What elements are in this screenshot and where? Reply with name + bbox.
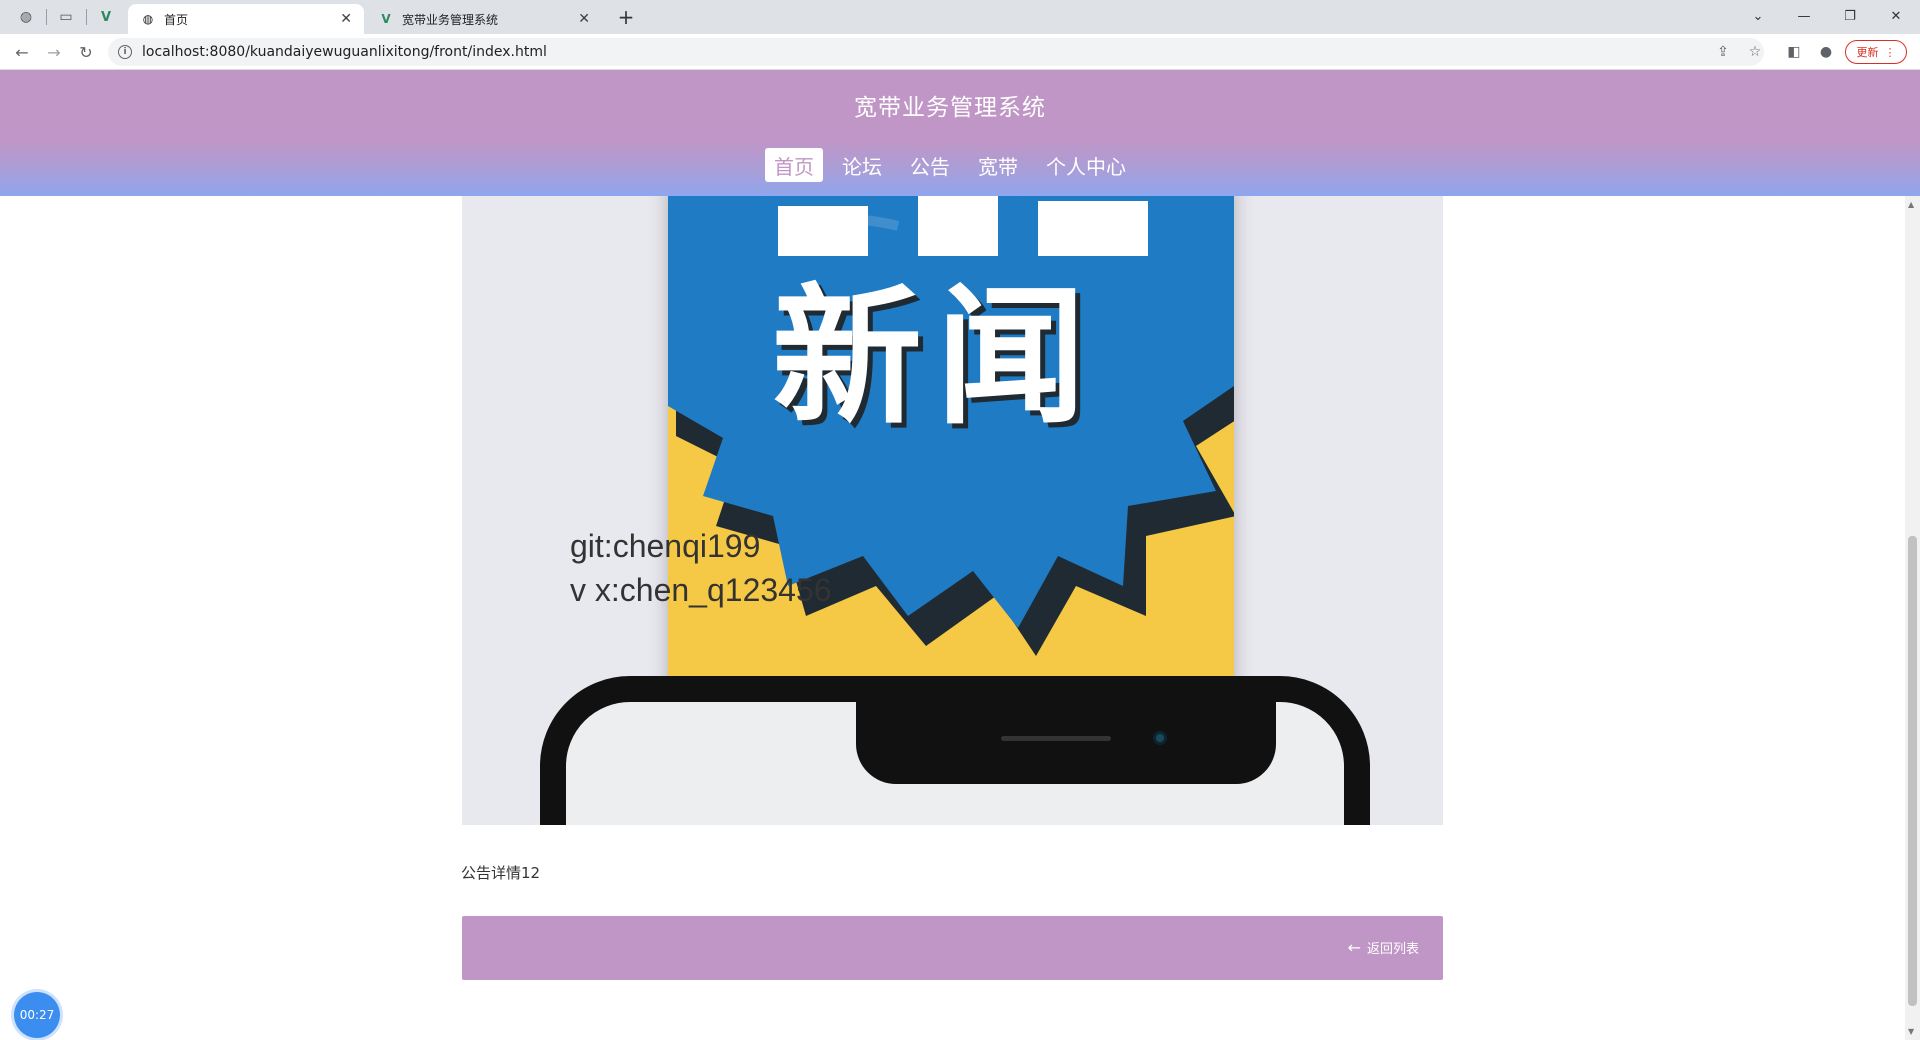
- scroll-down-icon[interactable]: ▼: [1908, 1027, 1914, 1036]
- scroll-up-icon[interactable]: ▲: [1908, 200, 1914, 209]
- globe-icon[interactable]: ◍: [16, 7, 36, 27]
- nav-notice[interactable]: 公告: [901, 148, 959, 182]
- restore-icon[interactable]: ❐: [1830, 4, 1870, 28]
- update-label: 更新: [1856, 46, 1879, 59]
- tab-title: 宽带业务管理系统: [402, 12, 499, 27]
- nav-broadband[interactable]: 宽带: [969, 148, 1027, 182]
- phone-speaker: [1001, 736, 1111, 741]
- update-button[interactable]: 更新 ⋮: [1845, 40, 1907, 64]
- article-detail: 公告详情12: [461, 864, 541, 882]
- reload-icon[interactable]: ↻: [74, 40, 98, 64]
- folder-icon[interactable]: ▭: [56, 7, 76, 27]
- tab-system[interactable]: V 宽带业务管理系统 ✕: [366, 4, 602, 34]
- site-title: 宽带业务管理系统: [854, 95, 1046, 121]
- news-poster: 新闻: [668, 196, 1234, 736]
- more-icon: ⋮: [1884, 45, 1896, 59]
- back-to-list-button[interactable]: ← 返回列表: [1348, 938, 1419, 957]
- nav-forum[interactable]: 论坛: [833, 148, 891, 182]
- tab-home[interactable]: ◍ 首页 ✕: [128, 4, 364, 34]
- phone-graphic: [540, 676, 1370, 825]
- star-icon[interactable]: ☆: [1741, 38, 1769, 66]
- site-header: 宽带业务管理系统 首页 论坛 公告 宽带 个人中心: [0, 70, 1920, 196]
- image-caption-wechat: v x:chen_q123456: [570, 572, 832, 608]
- tab-title: 首页: [164, 12, 189, 27]
- poster-headline: 新闻: [772, 271, 1101, 445]
- back-to-list-label: 返回列表: [1366, 942, 1419, 957]
- main-nav: 首页 论坛 公告 宽带 个人中心: [0, 148, 1900, 182]
- nav-home[interactable]: 首页: [765, 148, 823, 182]
- phone-camera: [1153, 731, 1167, 745]
- nav-personal-center[interactable]: 个人中心: [1037, 148, 1135, 182]
- minimize-icon[interactable]: —: [1784, 4, 1824, 28]
- back-icon[interactable]: ←: [10, 40, 34, 64]
- profile-icon[interactable]: ●: [1812, 38, 1840, 66]
- tab-separator: [86, 9, 87, 25]
- address-bar: ← → ↻ i localhost:8080/kuandaiyewuguanli…: [0, 34, 1920, 70]
- close-window-icon[interactable]: ✕: [1876, 4, 1916, 28]
- globe-icon: ◍: [142, 12, 154, 26]
- article-navigation-bar: ← 返回列表: [462, 916, 1443, 980]
- new-tab-icon[interactable]: +: [616, 5, 636, 29]
- scroll-thumb[interactable]: [1908, 536, 1917, 1006]
- close-icon[interactable]: ✕: [340, 11, 352, 27]
- phone-notch: [856, 692, 1276, 784]
- tab-separator: [46, 9, 47, 25]
- vue-logo-icon: V: [381, 12, 391, 26]
- forward-icon[interactable]: →: [42, 40, 66, 64]
- share-icon[interactable]: ⇪: [1709, 38, 1737, 66]
- article-image: ◎千图网 ◎千图网 新闻 git:chenqi199 v x:chen_q123…: [462, 196, 1443, 825]
- info-icon[interactable]: i: [118, 45, 132, 59]
- url-input[interactable]: i localhost:8080/kuandaiyewuguanlixitong…: [108, 38, 1764, 66]
- browser-tab-bar: ◍ ▭ V ◍ 首页 ✕ V 宽带业务管理系统 ✕ + ⌄ — ❐ ✕: [0, 0, 1920, 34]
- close-icon[interactable]: ✕: [578, 11, 590, 27]
- url-text: localhost:8080/kuandaiyewuguanlixitong/f…: [142, 44, 547, 60]
- tab-search-icon[interactable]: ⌄: [1738, 4, 1778, 28]
- recording-timer[interactable]: 00:27: [14, 992, 60, 1038]
- vue-logo-icon[interactable]: V: [96, 7, 116, 27]
- side-panel-icon[interactable]: ◧: [1780, 38, 1808, 66]
- arrow-left-icon: ←: [1347, 938, 1361, 957]
- page-scrollbar[interactable]: ▲ ▼: [1905, 196, 1920, 1040]
- image-caption-git: git:chenqi199: [570, 528, 761, 564]
